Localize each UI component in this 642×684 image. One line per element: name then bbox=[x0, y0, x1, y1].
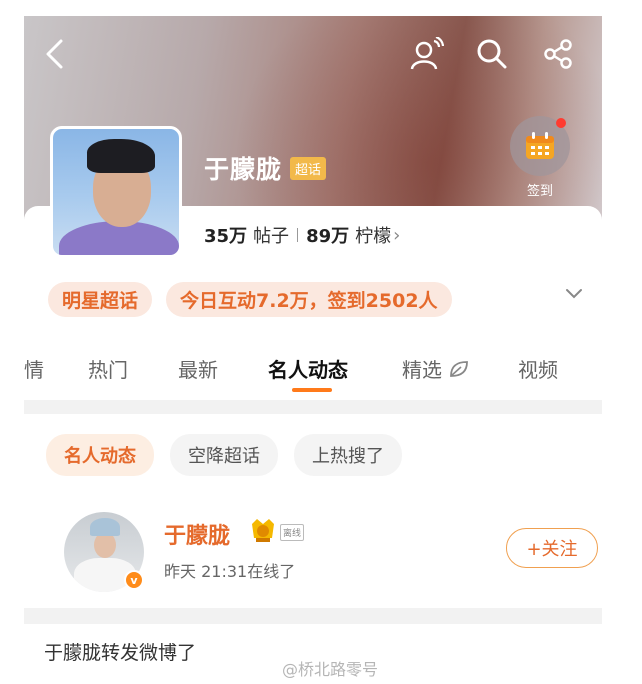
checkin-label: 签到 bbox=[526, 184, 553, 199]
search-icon[interactable] bbox=[474, 36, 510, 72]
topic-stats[interactable]: 35万 帖子 89万 柠檬 › bbox=[204, 222, 400, 248]
topic-avatar[interactable] bbox=[50, 126, 182, 258]
app-frame: 于朦胧 超话 签到 35万 帖子 89万 柠檬 › 明星超话 今日互动7.2万，… bbox=[24, 16, 602, 684]
author-name[interactable]: 于朦胧 bbox=[164, 518, 230, 550]
tab-celebrity-updates[interactable]: 名人动态 bbox=[268, 354, 348, 383]
sub-filter-bar: 名人动态 空降超话 上热搜了 bbox=[46, 434, 418, 476]
follow-button[interactable]: +关注 bbox=[506, 528, 598, 568]
tab-bar: 情 热门 最新 名人动态 精选 视频 bbox=[24, 346, 602, 402]
tab-latest[interactable]: 最新 bbox=[178, 354, 218, 383]
tab-video[interactable]: 视频 bbox=[518, 354, 558, 383]
subtab-trending[interactable]: 上热搜了 bbox=[294, 434, 402, 476]
divider bbox=[297, 228, 299, 242]
super-topic-people-icon[interactable] bbox=[406, 36, 446, 72]
topic-tags: 明星超话 今日互动7.2万，签到2502人 bbox=[48, 282, 452, 317]
section-divider bbox=[24, 608, 602, 624]
tab-featured-label: 精选 bbox=[402, 358, 442, 382]
online-status-tag: 离线 bbox=[280, 524, 305, 541]
calendar-icon bbox=[510, 116, 570, 176]
notification-dot bbox=[556, 118, 566, 128]
verified-icon: v bbox=[124, 570, 144, 590]
active-tab-indicator bbox=[292, 388, 332, 392]
watermark: @桥北路零号 bbox=[282, 660, 379, 679]
leaf-icon bbox=[450, 361, 469, 377]
section-divider bbox=[24, 400, 602, 414]
subtab-airdrop[interactable]: 空降超话 bbox=[170, 434, 278, 476]
activity-tag[interactable]: 今日互动7.2万，签到2502人 bbox=[166, 282, 452, 317]
category-tag[interactable]: 明星超话 bbox=[48, 282, 153, 317]
followers-label: 柠檬 bbox=[355, 226, 392, 247]
checkin-button[interactable]: 签到 bbox=[508, 116, 572, 199]
avatar-hair bbox=[87, 139, 155, 173]
followers-count: 89万 bbox=[306, 226, 350, 247]
topic-name: 于朦胧 bbox=[204, 155, 283, 184]
tab-detail[interactable]: 情 bbox=[24, 354, 44, 383]
posts-count: 35万 bbox=[204, 226, 248, 247]
topic-name-row: 于朦胧 超话 bbox=[204, 150, 327, 186]
tab-hot[interactable]: 热门 bbox=[88, 354, 128, 383]
chevron-right-icon: › bbox=[393, 224, 401, 246]
super-topic-badge: 超话 bbox=[290, 156, 327, 180]
post-time: 昨天 21:31在线了 bbox=[164, 562, 296, 581]
chevron-down-icon[interactable] bbox=[564, 286, 584, 305]
medal-icon bbox=[252, 519, 274, 542]
top-bar bbox=[24, 34, 602, 74]
avatar-hat bbox=[90, 518, 120, 536]
repost-text[interactable]: 于朦胧转发微博了 bbox=[44, 638, 196, 665]
post-header: v 于朦胧 离线 昨天 21:31在线了 +关注 bbox=[64, 512, 598, 594]
share-icon[interactable] bbox=[540, 36, 576, 72]
back-arrow-icon[interactable] bbox=[38, 36, 72, 72]
tab-featured[interactable]: 精选 bbox=[402, 354, 470, 383]
subtab-celebrity-updates[interactable]: 名人动态 bbox=[46, 434, 154, 476]
posts-label: 帖子 bbox=[253, 226, 290, 247]
